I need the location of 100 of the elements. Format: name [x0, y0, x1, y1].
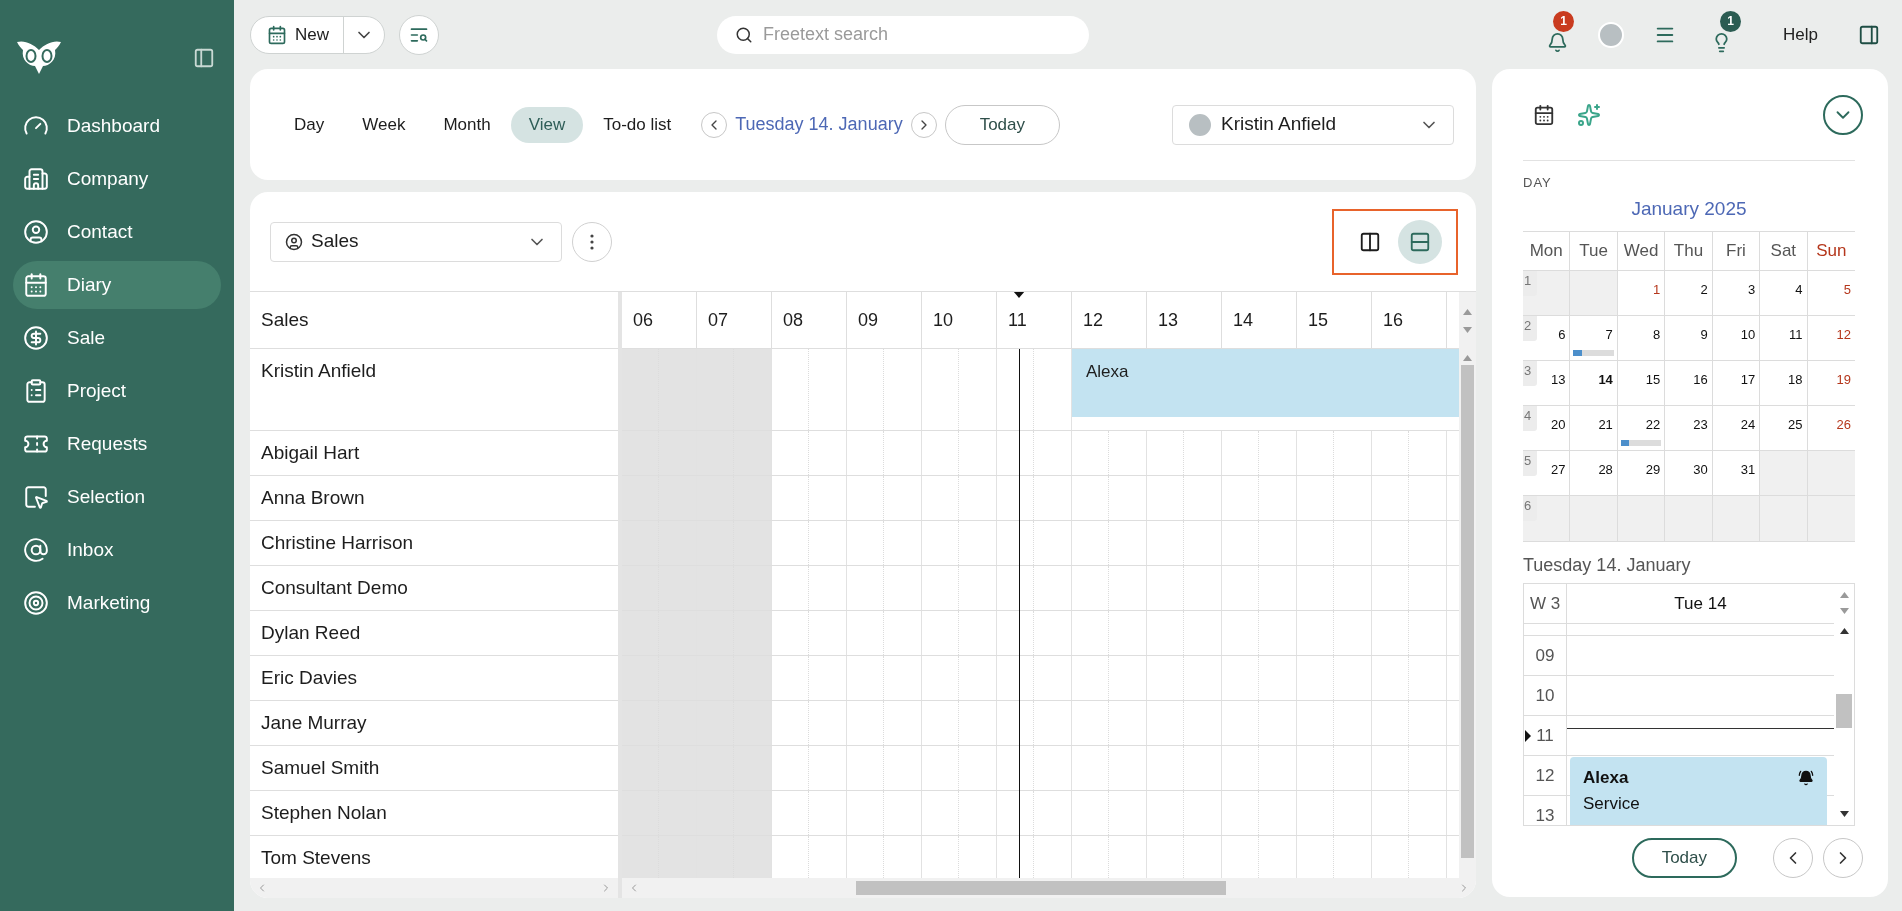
calendar-day[interactable]: [1807, 496, 1855, 541]
more-icon: [590, 233, 594, 250]
event-block[interactable]: Alexa: [1072, 349, 1459, 417]
view-tab[interactable]: Week: [344, 106, 424, 143]
hour-label: 10: [1524, 676, 1567, 715]
rows-layout-button[interactable]: [1398, 219, 1442, 264]
calendar-day[interactable]: [1617, 496, 1666, 541]
scrollbar-thumb[interactable]: [1836, 694, 1852, 728]
event-card[interactable]: Alexa Service: [1570, 757, 1827, 825]
calendar-day[interactable]: 1: [1523, 271, 1571, 315]
help-link[interactable]: Help: [1757, 21, 1844, 48]
week-number: 6: [1523, 496, 1537, 521]
calendar-day[interactable]: [1570, 271, 1618, 315]
nav-item[interactable]: Inbox: [13, 526, 221, 574]
avatar: [1598, 21, 1625, 48]
horizontal-scrollbar[interactable]: [250, 878, 618, 898]
day-number: 6: [1558, 326, 1566, 344]
nav-item[interactable]: Dashboard: [13, 102, 221, 150]
calendar-day[interactable]: 3 13: [1523, 361, 1571, 405]
week-number: 5: [1523, 451, 1537, 476]
scroll-down-icon[interactable]: [1839, 811, 1849, 817]
today-button[interactable]: Today: [1631, 838, 1737, 878]
time-slot[interactable]: [697, 701, 772, 745]
nav-item[interactable]: Diary: [13, 261, 221, 309]
nav-item[interactable]: Marketing: [13, 579, 221, 627]
calendar-day[interactable]: [1760, 496, 1808, 541]
hour-label: 12: [1524, 756, 1567, 795]
time-slot[interactable]: [697, 566, 772, 610]
day-number: 31: [1740, 461, 1756, 479]
time-slot[interactable]: [697, 836, 772, 878]
day-number: 18: [1788, 371, 1803, 389]
day-column-header: Tue 14: [1673, 592, 1728, 615]
time-slot[interactable]: [697, 431, 772, 475]
day-number: 21: [1598, 416, 1613, 434]
hour-label: 09: [1524, 636, 1567, 675]
day-number: 14: [1598, 371, 1613, 389]
view-tab[interactable]: To-do list: [585, 106, 690, 143]
hour-header: 13: [1147, 292, 1222, 348]
time-slot[interactable]: [697, 611, 772, 655]
columns-icon: [1359, 230, 1381, 253]
calendar-icon[interactable]: [1533, 103, 1555, 126]
search-field[interactable]: Freetext search: [717, 15, 1089, 54]
tips-button[interactable]: 1: [1699, 10, 1744, 59]
bell-icon: [1546, 31, 1568, 53]
view-tab[interactable]: View: [510, 106, 584, 143]
scroll-up-icon[interactable]: [1839, 628, 1849, 634]
week-number: 2: [1523, 316, 1537, 341]
time-slot[interactable]: [697, 521, 772, 565]
calendar-day[interactable]: [1665, 496, 1713, 541]
calendar-day[interactable]: 6: [1523, 496, 1571, 541]
hour-header: 10: [922, 292, 997, 348]
nav-item[interactable]: Company: [13, 155, 221, 203]
group-select[interactable]: Sales: [270, 221, 562, 262]
time-slot[interactable]: [697, 349, 772, 430]
scrollbar-thumb[interactable]: [856, 881, 1226, 895]
collapse-button[interactable]: [1823, 94, 1863, 135]
new-button[interactable]: New: [251, 16, 344, 53]
horizontal-scrollbar[interactable]: [622, 878, 1476, 898]
sparkles-icon[interactable]: [1577, 102, 1601, 127]
hour-header: 08: [772, 292, 847, 348]
day-title: Tuesday 14. January: [1523, 554, 1692, 577]
person-icon: [285, 232, 303, 251]
day-number: 19: [1836, 371, 1851, 389]
clipboard-icon: [23, 378, 49, 404]
time-slot[interactable]: [697, 656, 772, 700]
hour-header: 14: [1222, 292, 1297, 348]
nav-item[interactable]: Sale: [13, 314, 221, 362]
calendar-day[interactable]: 4 20: [1523, 406, 1571, 450]
time-slot[interactable]: [697, 476, 772, 520]
notifications-button[interactable]: 1: [1537, 10, 1578, 59]
view-tab[interactable]: Month: [425, 106, 509, 143]
search-icon: [735, 25, 753, 44]
calendar-day[interactable]: 2 6: [1523, 316, 1571, 360]
rows-icon: [1409, 230, 1431, 253]
calendar-day[interactable]: 7: [1570, 316, 1618, 360]
time-slot[interactable]: [697, 746, 772, 790]
calendar-day[interactable]: [1570, 496, 1618, 541]
time-slot[interactable]: [697, 791, 772, 835]
scrollbar-thumb[interactable]: [1461, 365, 1474, 858]
vertical-scrollbar[interactable]: [1459, 292, 1476, 878]
calendar-day[interactable]: [1760, 451, 1808, 495]
month-title: January 2025: [1630, 196, 1748, 221]
at-icon: [23, 537, 49, 563]
event-title: Alexa: [1583, 767, 1629, 789]
nav-item[interactable]: Project: [13, 367, 221, 415]
weekday-header: Sat: [1760, 232, 1808, 270]
calendar-day[interactable]: [1807, 451, 1855, 495]
nav-item[interactable]: Requests: [13, 420, 221, 468]
calendar-day[interactable]: 5 27: [1523, 451, 1571, 495]
filter-search-button[interactable]: [399, 14, 439, 55]
calendar-day[interactable]: [1712, 496, 1761, 541]
user-select[interactable]: Kristin Anfield: [1172, 104, 1454, 145]
view-tab[interactable]: Day: [276, 106, 343, 143]
collapse-sidebar-icon[interactable]: [193, 47, 215, 69]
side-panel-toggle-icon[interactable]: [1858, 23, 1880, 46]
nav-item[interactable]: Selection: [13, 473, 221, 521]
nav-item[interactable]: Contact: [13, 208, 221, 256]
search-input[interactable]: Freetext search: [763, 21, 1071, 48]
notification-count-badge: 1: [1553, 10, 1575, 32]
calendar-icon: [23, 272, 49, 298]
